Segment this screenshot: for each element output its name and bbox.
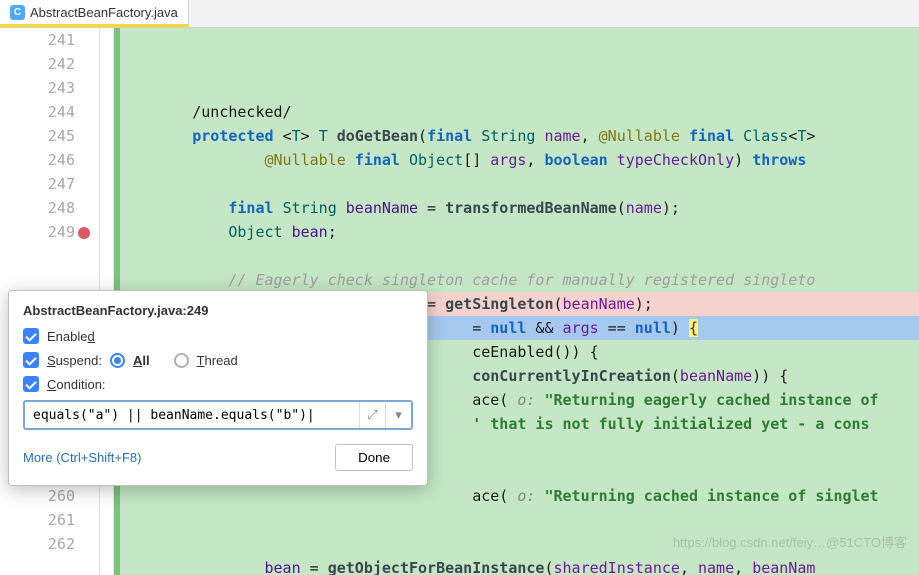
popup-title: AbstractBeanFactory.java:249	[23, 303, 413, 318]
line-number: 260	[0, 484, 75, 508]
editor-tab[interactable]: C AbstractBeanFactory.java	[0, 0, 189, 27]
code-line[interactable]: // Eagerly check singleton cache for man…	[114, 268, 919, 292]
code-line[interactable]: final String beanName = transformedBeanN…	[114, 196, 919, 220]
more-options-link[interactable]: More (Ctrl+Shift+F8)	[23, 450, 141, 465]
suspend-all-radio[interactable]	[110, 353, 125, 368]
watermark-text: https://blog.csdn.net/feiy…@51CTO博客	[673, 532, 907, 551]
condition-checkbox[interactable]	[23, 376, 39, 392]
condition-input-wrapper: ⤢ ▾	[23, 400, 413, 430]
code-line[interactable]: /unchecked/	[114, 100, 919, 124]
history-dropdown-icon[interactable]: ▾	[385, 402, 411, 428]
java-class-icon: C	[10, 5, 25, 20]
line-number: 262	[0, 532, 75, 556]
line-number: 247	[0, 172, 75, 196]
suspend-label: Suspend:	[47, 353, 102, 368]
expand-icon[interactable]: ⤢	[359, 402, 385, 428]
condition-label: Condition:	[47, 377, 106, 392]
condition-input[interactable]	[25, 408, 359, 423]
code-line[interactable]	[114, 508, 919, 532]
code-line[interactable]: protected <T> T doGetBean(final String n…	[114, 124, 919, 148]
line-number: 244	[0, 100, 75, 124]
line-number: 245	[0, 124, 75, 148]
code-line[interactable]: @Nullable final Object[] args, boolean t…	[114, 148, 919, 172]
line-number: 248	[0, 196, 75, 220]
suspend-thread-radio[interactable]	[174, 353, 189, 368]
done-button[interactable]: Done	[335, 444, 413, 471]
tab-filename: AbstractBeanFactory.java	[30, 5, 178, 20]
code-line[interactable]: bean = getObjectForBeanInstance(sharedIn…	[114, 556, 919, 575]
code-line[interactable]: Object bean;	[114, 220, 919, 244]
code-line[interactable]	[114, 172, 919, 196]
code-line[interactable]: ace( o: "Returning cached instance of si…	[114, 484, 919, 508]
line-number: 246	[0, 148, 75, 172]
line-number: 249	[0, 220, 75, 244]
enabled-checkbox[interactable]	[23, 328, 39, 344]
suspend-checkbox[interactable]	[23, 352, 39, 368]
line-number: 242	[0, 52, 75, 76]
enabled-label: Enabled	[47, 329, 95, 344]
line-number: 243	[0, 76, 75, 100]
line-number: 261	[0, 508, 75, 532]
suspend-all-label: All	[133, 353, 150, 368]
line-number: 241	[0, 28, 75, 52]
editor-tab-bar: C AbstractBeanFactory.java	[0, 0, 919, 28]
breakpoint-icon[interactable]	[78, 227, 90, 239]
suspend-thread-label: Thread	[197, 353, 238, 368]
code-line[interactable]	[114, 244, 919, 268]
breakpoint-config-popup: AbstractBeanFactory.java:249 Enabled Sus…	[8, 290, 428, 486]
